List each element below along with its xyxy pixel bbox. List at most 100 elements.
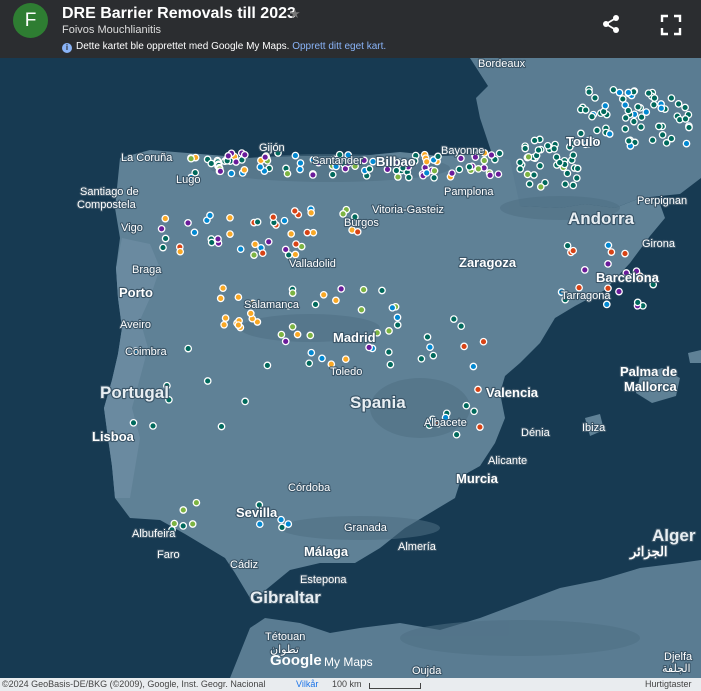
map-marker[interactable] — [292, 240, 300, 248]
map-marker[interactable] — [624, 137, 633, 145]
map-marker[interactable] — [561, 180, 570, 189]
map-marker[interactable] — [332, 296, 340, 305]
map-marker[interactable] — [303, 228, 312, 237]
map-marker[interactable] — [591, 94, 599, 102]
map-marker[interactable] — [385, 327, 393, 335]
map-marker[interactable] — [203, 377, 212, 385]
map-marker[interactable] — [217, 422, 226, 431]
map-marker[interactable] — [550, 144, 559, 153]
map-marker[interactable] — [318, 354, 326, 363]
map-marker[interactable] — [129, 418, 138, 427]
map-marker[interactable] — [604, 241, 613, 250]
map-canvas[interactable]: Portugal Spania Andorra Gibraltar Bordea… — [0, 58, 701, 678]
map-marker[interactable] — [476, 423, 484, 431]
map-marker[interactable] — [309, 171, 317, 179]
map-marker[interactable] — [624, 88, 633, 97]
map-marker[interactable] — [457, 322, 466, 331]
map-marker[interactable] — [365, 343, 373, 352]
map-marker[interactable] — [580, 266, 589, 274]
map-marker[interactable] — [187, 154, 195, 163]
map-marker[interactable] — [220, 320, 228, 329]
map-marker[interactable] — [296, 159, 305, 167]
map-marker[interactable] — [650, 100, 658, 109]
map-marker[interactable] — [365, 165, 374, 173]
map-marker[interactable] — [601, 101, 610, 110]
map-marker[interactable] — [681, 103, 689, 112]
map-marker[interactable] — [214, 235, 222, 243]
map-marker[interactable] — [311, 300, 320, 309]
map-marker[interactable] — [287, 230, 296, 238]
map-marker[interactable] — [278, 523, 286, 532]
map-marker[interactable] — [309, 228, 318, 237]
map-marker[interactable] — [290, 207, 299, 215]
map-marker[interactable] — [543, 141, 552, 150]
map-marker[interactable] — [516, 165, 525, 173]
map-marker[interactable] — [221, 314, 230, 322]
map-marker[interactable] — [337, 285, 346, 293]
map-marker[interactable] — [224, 152, 233, 160]
map-marker[interactable] — [328, 170, 337, 179]
map-marker[interactable] — [255, 520, 264, 529]
map-marker[interactable] — [615, 287, 623, 296]
map-marker[interactable] — [615, 88, 624, 97]
map-marker[interactable] — [474, 165, 483, 173]
map-marker[interactable] — [341, 355, 350, 364]
map-marker[interactable] — [604, 260, 612, 268]
map-marker[interactable] — [430, 166, 439, 175]
map-marker[interactable] — [681, 115, 690, 123]
map-marker[interactable] — [359, 285, 368, 294]
map-marker[interactable] — [184, 344, 193, 353]
map-marker[interactable] — [563, 169, 572, 178]
map-marker[interactable] — [474, 385, 482, 394]
map-marker[interactable] — [236, 245, 245, 254]
map-marker[interactable] — [207, 238, 216, 247]
map-marker[interactable] — [569, 181, 578, 190]
map-marker[interactable] — [388, 303, 397, 312]
map-marker[interactable] — [536, 183, 545, 191]
map-marker[interactable] — [280, 216, 289, 225]
map-marker[interactable] — [149, 422, 157, 430]
map-marker[interactable] — [452, 430, 461, 439]
map-marker[interactable] — [470, 407, 478, 416]
map-marker[interactable] — [536, 161, 544, 170]
map-marker[interactable] — [465, 163, 474, 171]
map-marker[interactable] — [190, 228, 199, 237]
map-marker[interactable] — [179, 522, 188, 530]
map-marker[interactable] — [621, 125, 630, 133]
map-marker[interactable] — [642, 108, 651, 116]
map-marker[interactable] — [426, 343, 434, 352]
map-marker[interactable] — [524, 153, 533, 161]
map-marker[interactable] — [609, 85, 618, 94]
map-marker[interactable] — [393, 313, 402, 322]
map-marker[interactable] — [494, 170, 503, 179]
map-marker[interactable] — [216, 167, 225, 176]
map-marker[interactable] — [662, 139, 671, 147]
map-marker[interactable] — [240, 166, 249, 174]
map-marker[interactable] — [516, 158, 524, 167]
map-marker[interactable] — [593, 126, 601, 135]
map-marker[interactable] — [621, 249, 629, 258]
map-marker[interactable] — [291, 250, 300, 259]
map-marker[interactable] — [307, 208, 316, 217]
map-marker[interactable] — [256, 163, 265, 171]
map-marker[interactable] — [170, 519, 179, 528]
map-marker[interactable] — [429, 351, 438, 360]
map-marker[interactable] — [555, 158, 564, 167]
map-marker[interactable] — [417, 354, 426, 363]
terms-link[interactable]: Vilkår — [296, 679, 318, 689]
map-marker[interactable] — [460, 342, 468, 351]
map-marker[interactable] — [234, 293, 243, 302]
map-marker[interactable] — [161, 214, 170, 223]
star-icon[interactable]: ★ — [289, 6, 301, 22]
map-marker[interactable] — [469, 362, 478, 371]
map-marker[interactable] — [291, 151, 300, 160]
map-marker[interactable] — [422, 169, 431, 177]
map-marker[interactable] — [523, 170, 532, 179]
map-marker[interactable] — [633, 298, 642, 307]
map-marker[interactable] — [207, 159, 216, 168]
shortcuts-link[interactable]: Hurtigtaster — [645, 679, 692, 689]
map-marker[interactable] — [602, 300, 611, 309]
map-marker[interactable] — [682, 139, 691, 148]
map-marker[interactable] — [179, 506, 188, 514]
map-marker[interactable] — [226, 230, 234, 238]
